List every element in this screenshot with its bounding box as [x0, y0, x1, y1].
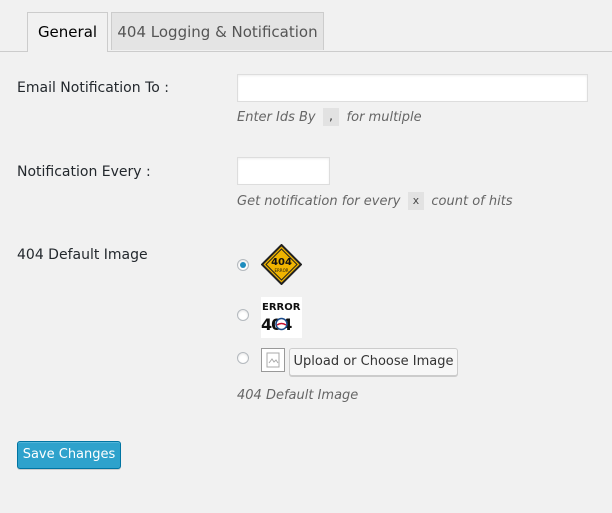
- every-desc-before: Get notification for every: [237, 194, 401, 209]
- email-notification-label: Email Notification To :: [17, 80, 169, 96]
- email-notification-description: Enter Ids By , for multiple: [237, 108, 422, 126]
- tab-bar: General 404 Logging & Notification: [0, 12, 612, 52]
- every-desc-code: x: [407, 192, 425, 210]
- notification-every-description: Get notification for every x count of hi…: [237, 192, 513, 210]
- error-word: ERROR: [262, 302, 301, 313]
- radio-custom-image[interactable]: [237, 352, 249, 364]
- error-404-graphic: ERROR 404: [261, 302, 301, 334]
- sign-text-error: ERROR: [274, 268, 288, 273]
- notification-every-input[interactable]: [237, 157, 330, 185]
- radio-error-404-image[interactable]: [237, 309, 249, 321]
- image-placeholder-icon: [261, 348, 285, 372]
- notification-every-label: Notification Every :: [17, 164, 151, 180]
- settings-page: General 404 Logging & Notification Email…: [0, 0, 612, 513]
- warning-sign-icon: 404 ERROR: [260, 243, 303, 286]
- radio-404-sign-image[interactable]: [237, 259, 249, 271]
- email-desc-before: Enter Ids By: [237, 110, 316, 125]
- email-desc-code: ,: [322, 108, 340, 126]
- 404-sign-image: 404 ERROR: [260, 243, 303, 286]
- every-desc-after: count of hits: [431, 194, 513, 209]
- sign-text-404: 404: [271, 257, 292, 268]
- default-image-description: 404 Default Image: [237, 388, 359, 403]
- tab-404-logging-notification[interactable]: 404 Logging & Notification: [111, 12, 324, 50]
- email-notification-input[interactable]: [237, 74, 588, 102]
- upload-or-choose-image-button[interactable]: Upload or Choose Image: [289, 348, 458, 376]
- email-desc-after: for multiple: [346, 110, 422, 125]
- save-changes-button[interactable]: Save Changes: [17, 441, 121, 469]
- error-404-image: ERROR 404: [261, 297, 302, 338]
- default-image-label: 404 Default Image: [17, 247, 148, 263]
- tab-general[interactable]: General: [27, 12, 108, 52]
